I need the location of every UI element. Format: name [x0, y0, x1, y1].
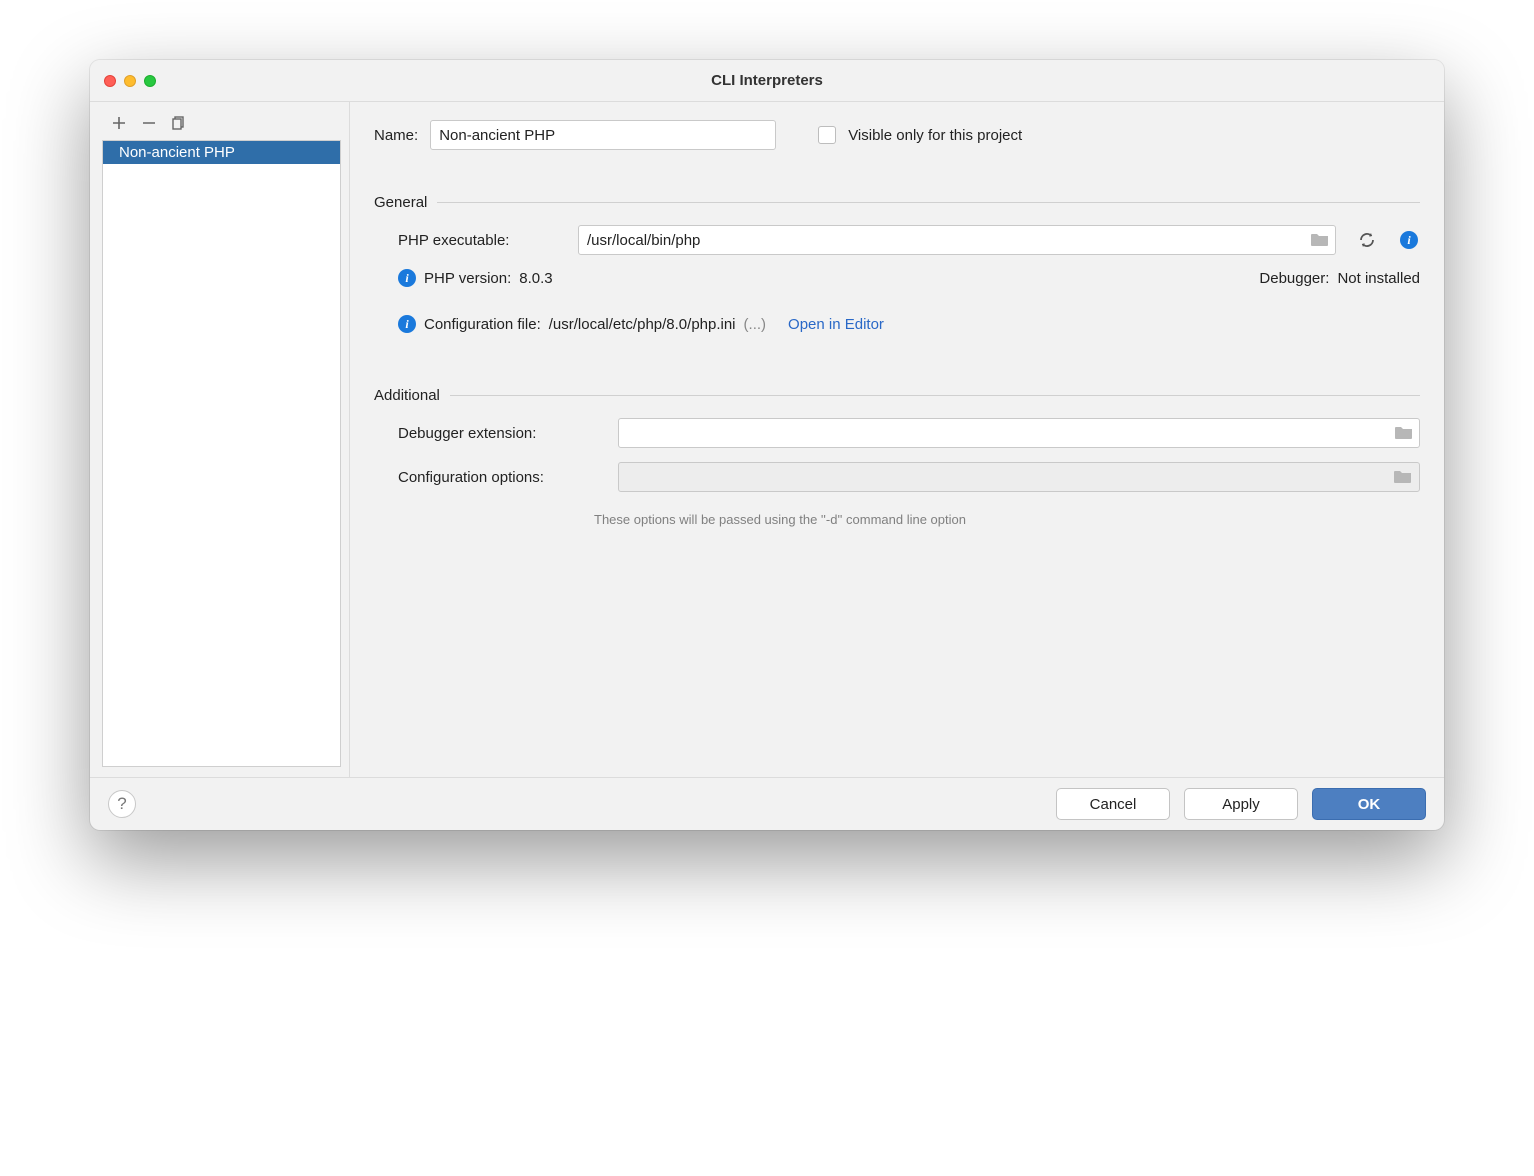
interpreter-list[interactable]: Non-ancient PHP	[102, 140, 341, 767]
list-item[interactable]: Non-ancient PHP	[103, 141, 340, 164]
visible-only-label: Visible only for this project	[848, 127, 1022, 144]
sidebar-toolbar	[102, 112, 341, 140]
config-file-more[interactable]: (...)	[744, 316, 767, 333]
titlebar: CLI Interpreters	[90, 60, 1444, 102]
info-button[interactable]: i	[1398, 229, 1420, 251]
config-file-label: Configuration file:	[424, 316, 541, 333]
visible-only-checkbox[interactable]	[818, 126, 836, 144]
php-executable-label: PHP executable:	[398, 232, 568, 249]
ok-button[interactable]: OK	[1312, 788, 1426, 820]
name-input[interactable]	[430, 120, 776, 150]
debugger-extension-label: Debugger extension:	[398, 425, 608, 442]
footer: ? Cancel Apply OK	[90, 777, 1444, 830]
config-options-label: Configuration options:	[398, 469, 608, 486]
main-panel: Name: Visible only for this project Gene…	[350, 102, 1444, 777]
copy-button[interactable]	[170, 114, 188, 132]
php-executable-input[interactable]	[578, 225, 1336, 255]
info-icon: i	[398, 315, 416, 333]
minimize-icon[interactable]	[124, 75, 136, 87]
folder-icon[interactable]	[1310, 232, 1330, 248]
php-version-label: PHP version:	[424, 270, 511, 287]
config-options-input[interactable]	[618, 462, 1420, 492]
apply-button[interactable]: Apply	[1184, 788, 1298, 820]
cancel-button[interactable]: Cancel	[1056, 788, 1170, 820]
folder-icon[interactable]	[1394, 425, 1414, 441]
php-version-value: 8.0.3	[519, 270, 552, 287]
folder-icon[interactable]	[1393, 469, 1413, 485]
add-button[interactable]	[110, 114, 128, 132]
open-in-editor-link[interactable]: Open in Editor	[788, 316, 884, 333]
sidebar: Non-ancient PHP	[90, 102, 350, 777]
close-icon[interactable]	[104, 75, 116, 87]
help-button[interactable]: ?	[108, 790, 136, 818]
reload-button[interactable]	[1356, 229, 1378, 251]
window-title: CLI Interpreters	[90, 72, 1444, 89]
debugger-value: Not installed	[1337, 270, 1420, 287]
info-icon: i	[398, 269, 416, 287]
dialog-window: CLI Interpreters Non-ancient PHP Name:	[90, 60, 1444, 830]
options-hint: These options will be passed using the '…	[594, 512, 1420, 527]
maximize-icon[interactable]	[144, 75, 156, 87]
config-file-value: /usr/local/etc/php/8.0/php.ini	[549, 316, 736, 333]
additional-section-title: Additional	[374, 387, 1420, 404]
window-controls	[104, 75, 156, 87]
remove-button[interactable]	[140, 114, 158, 132]
debugger-label: Debugger:	[1259, 270, 1329, 287]
name-label: Name:	[374, 127, 418, 144]
general-section-title: General	[374, 194, 1420, 211]
debugger-extension-input[interactable]	[618, 418, 1420, 448]
